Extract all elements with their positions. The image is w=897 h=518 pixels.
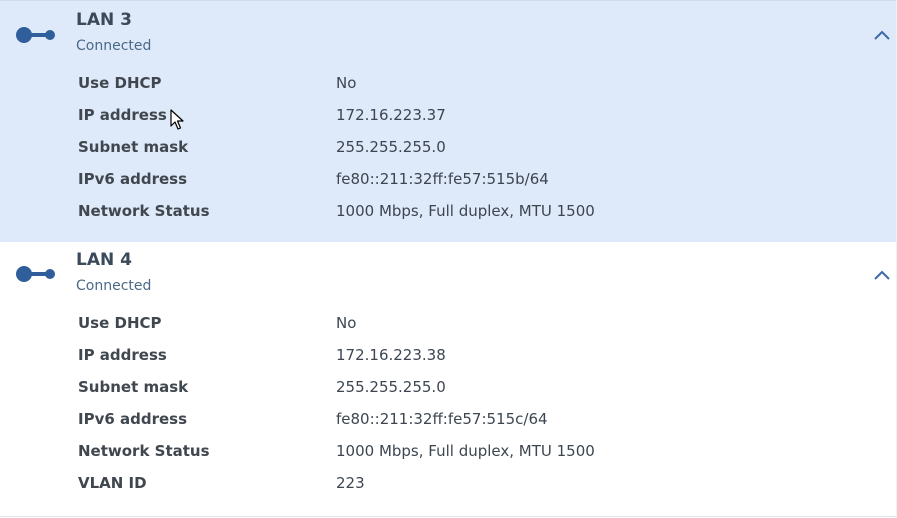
detail-label-vlan-id: VLAN ID — [78, 474, 147, 492]
detail-label-ip-address: IP address — [78, 346, 167, 364]
detail-value-ipv6-address: fe80::211:32ff:fe57:515c/64 — [336, 410, 548, 428]
chevron-up-icon[interactable] — [873, 269, 891, 281]
ethernet-connection-icon — [16, 27, 55, 43]
detail-value-vlan-id: 223 — [336, 474, 365, 492]
detail-value-subnet-mask: 255.255.255.0 — [336, 138, 446, 156]
detail-label-ipv6-address: IPv6 address — [78, 410, 188, 428]
detail-label-use-dhcp: Use DHCP — [78, 74, 162, 92]
detail-label-network-status: Network Status — [78, 202, 210, 220]
detail-value-use-dhcp: No — [336, 74, 357, 92]
chevron-up-icon[interactable] — [873, 29, 891, 41]
detail-value-network-status: 1000 Mbps, Full duplex, MTU 1500 — [336, 442, 595, 460]
interface-panel-lan3[interactable]: LAN 3 Connected Use DHCP No IP address 1… — [0, 0, 896, 242]
ethernet-connection-icon — [16, 266, 55, 282]
mouse-cursor-icon — [170, 109, 184, 130]
detail-value-use-dhcp: No — [336, 314, 357, 332]
interface-name: LAN 4 — [76, 250, 132, 270]
detail-value-ip-address: 172.16.223.37 — [336, 106, 446, 124]
detail-label-subnet-mask: Subnet mask — [78, 378, 189, 396]
connection-status: Connected — [76, 278, 152, 294]
detail-value-ipv6-address: fe80::211:32ff:fe57:515b/64 — [336, 170, 549, 188]
connection-status: Connected — [76, 38, 152, 54]
detail-value-network-status: 1000 Mbps, Full duplex, MTU 1500 — [336, 202, 595, 220]
interface-panel-lan4[interactable]: LAN 4 Connected Use DHCP No IP address 1… — [0, 242, 896, 517]
detail-label-network-status: Network Status — [78, 442, 210, 460]
detail-value-subnet-mask: 255.255.255.0 — [336, 378, 446, 396]
detail-label-ip-address: IP address — [78, 106, 167, 124]
detail-label-ipv6-address: IPv6 address — [78, 170, 188, 188]
detail-value-ip-address: 172.16.223.38 — [336, 346, 446, 364]
detail-label-subnet-mask: Subnet mask — [78, 138, 189, 156]
detail-label-use-dhcp: Use DHCP — [78, 314, 162, 332]
interface-name: LAN 3 — [76, 10, 132, 30]
